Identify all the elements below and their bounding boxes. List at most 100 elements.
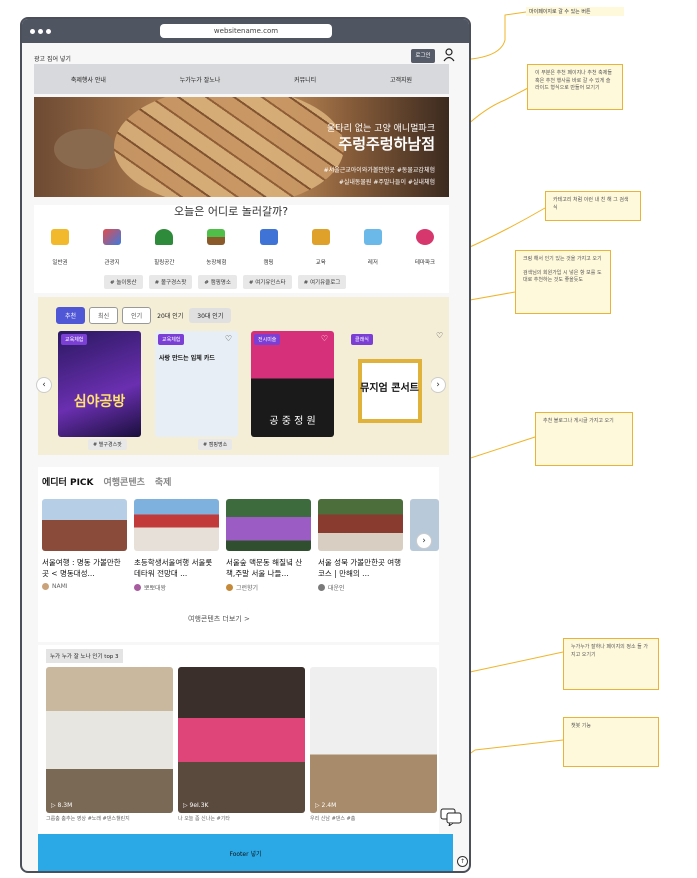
nav-item-community[interactable]: 커뮤니티 bbox=[294, 75, 316, 84]
nav-item-support[interactable]: 고객지원 bbox=[390, 75, 412, 84]
note-hero-slide: 이 부분은 추천 페이지나 추천 축제들 혹은 추천 행사를 바로 갈 수 있게… bbox=[527, 64, 623, 110]
top-header: 광고 집어 넣기 로그인 bbox=[22, 45, 469, 65]
editor-card-title: 서울숲 맥문동 해질녘 산책,주말 서울 나들... bbox=[226, 558, 303, 578]
hashtag-chip[interactable]: # 볼구경스팟 bbox=[148, 275, 193, 289]
card-title: 사랑 만드는 입체 카드 bbox=[159, 355, 215, 362]
window-dot[interactable] bbox=[30, 28, 35, 34]
recommend-card[interactable]: 교육체험 ♡ 사랑 만드는 입체 카드 bbox=[155, 331, 238, 437]
heart-icon[interactable]: ♡ bbox=[436, 331, 443, 340]
video-thumbnail[interactable]: ▷ 9eI.3K bbox=[178, 667, 305, 813]
tortoise-shell-image bbox=[114, 97, 344, 197]
editor-card[interactable]: 서울 성북 가볼만한곳 여행코스 | 만해의 ... 대운인 bbox=[318, 499, 403, 592]
top3-label: 누가 누가 잘 노나 인기 top 3 bbox=[46, 649, 123, 663]
editor-card[interactable]: 초등학생서울여행 서울롯데타워 전망대 ... 뽀뽀대왕 bbox=[134, 499, 219, 592]
ticket-icon bbox=[51, 229, 69, 245]
top3-section: 누가 누가 잘 노나 인기 top 3 ▷ 8.3M ▷ 9eI.3K ▷ 2.… bbox=[38, 645, 439, 835]
hashtag-chip[interactable]: # 놀이동산 bbox=[104, 275, 143, 289]
card-hashtag[interactable]: # 별구경스팟 bbox=[88, 439, 127, 450]
category-healing[interactable]: 힐링공간 bbox=[144, 229, 184, 268]
card-title: 심야공방 bbox=[73, 394, 126, 410]
camper-icon bbox=[259, 229, 278, 245]
recommend-card[interactable]: 교육체험 심야공방 bbox=[58, 331, 141, 437]
video-caption: 나 오늘 좀 신나는 #기타 bbox=[178, 816, 230, 822]
note-recommend: 크링 해서 인기 있는 것을 가지고 오기 검색님의 회원가입 시 넣은 항 보… bbox=[515, 250, 611, 314]
view-count: ▷ 8.3M bbox=[51, 802, 73, 809]
tab-latest[interactable]: 최신 bbox=[89, 307, 119, 324]
footer-label: Footer 넣기 bbox=[229, 850, 262, 858]
video-thumbnail[interactable]: ▷ 2.4M bbox=[310, 667, 437, 813]
category-question: 오늘은 어디로 놀러갈까? bbox=[174, 205, 289, 218]
category-farm[interactable]: 농장체험 bbox=[196, 229, 236, 268]
category-label: 일반권 bbox=[52, 260, 68, 266]
note-mypage: 마이페이지로 갈 수 있는 버튼 bbox=[526, 7, 624, 16]
editor-card-user: 대운인 bbox=[318, 583, 403, 592]
hashtag-chip[interactable]: # 여기유클로그 bbox=[297, 275, 347, 289]
category-badge: 교육체험 bbox=[61, 334, 88, 345]
recommend-card[interactable]: 클래식 뮤지엄 콘서트 bbox=[348, 331, 431, 437]
category-camping[interactable]: 캠핑 bbox=[249, 229, 289, 268]
chatbot-icon[interactable] bbox=[440, 808, 462, 826]
category-education[interactable]: 교육 bbox=[301, 229, 341, 268]
nav-item-festival[interactable]: 축제행사 안내 bbox=[71, 75, 106, 84]
editor-card[interactable]: 서울여행 : 명동 가볼만한 곳 < 명동대성... NAMI bbox=[42, 499, 127, 590]
category-label: 힐링공간 bbox=[154, 260, 175, 266]
category-theme-park[interactable]: 테마파크 bbox=[405, 229, 445, 268]
ad-placeholder: 광고 집어 넣기 bbox=[34, 56, 71, 63]
prev-arrow-button[interactable]: ‹ bbox=[36, 377, 52, 393]
category-tourist[interactable]: 관광지 bbox=[92, 229, 132, 268]
scroll-top-icon[interactable]: ↑ bbox=[457, 856, 468, 867]
cable-car-icon bbox=[363, 229, 382, 245]
note-recommend-line1: 크링 해서 인기 있는 것을 가지고 오기 bbox=[523, 256, 602, 262]
tab-editor-pick[interactable]: 에디터 PICK bbox=[42, 475, 94, 488]
hero-banner[interactable]: 울타리 없는 고양 애니멀파크 주렁주렁하남점 #서울근교아이와가볼만한곳 #동… bbox=[34, 97, 449, 197]
tab-recommend[interactable]: 추천 bbox=[56, 307, 86, 324]
window-dot[interactable] bbox=[46, 28, 51, 34]
url-bar[interactable]: websitename.com bbox=[160, 24, 332, 38]
tab-festival[interactable]: 축제 bbox=[155, 475, 172, 488]
category-label: 교육 bbox=[315, 260, 326, 266]
card-hashtag[interactable]: # 캠핑명소 bbox=[198, 439, 233, 450]
editor-card-user: 뽀뽀대왕 bbox=[134, 583, 219, 592]
tab-20s-popular[interactable]: 20대 인기 bbox=[155, 308, 185, 323]
nav-item-who-plays[interactable]: 누가누가 잘노나 bbox=[180, 75, 221, 84]
category-label: 테마파크 bbox=[414, 260, 436, 266]
editor-card[interactable]: 서울숲 맥문동 해질녘 산책,주말 서울 나들... 그런향기 bbox=[226, 499, 311, 592]
editor-card-title: 서울여행 : 명동 가볼만한 곳 < 명동대성... bbox=[42, 558, 121, 578]
editor-card-user: 그런향기 bbox=[226, 583, 311, 592]
category-label: 농장체험 bbox=[206, 260, 227, 266]
category-label: 레저 bbox=[367, 260, 378, 266]
heart-icon[interactable]: ♡ bbox=[225, 334, 232, 343]
heart-icon[interactable]: ♡ bbox=[321, 334, 328, 343]
main-nav: 축제행사 안내 누가누가 잘노나 커뮤니티 고객지원 bbox=[34, 64, 449, 94]
ferris-wheel-icon bbox=[415, 229, 434, 245]
category-leisure[interactable]: 레저 bbox=[353, 229, 393, 268]
window-dot[interactable] bbox=[38, 28, 43, 34]
video-thumbnail[interactable]: ▷ 8.3M bbox=[46, 667, 173, 813]
recommend-card[interactable]: 전시미술 ♡ 공 중 정 원 bbox=[251, 331, 334, 437]
avatar bbox=[318, 584, 325, 591]
next-arrow-button[interactable]: › bbox=[430, 377, 446, 393]
avatar bbox=[42, 583, 49, 590]
tab-30s-popular[interactable]: 30대 인기 bbox=[189, 308, 232, 323]
video-caption: 그룹춤 춤추는 영상 #노래 #댄스챌린지 bbox=[46, 816, 130, 822]
note-blog: 추천 블로그나 게시글 가지고 오기 bbox=[535, 412, 633, 466]
hashtag-chip[interactable]: # 캠핑명소 bbox=[198, 275, 237, 289]
editor-card-username: 그런향기 bbox=[236, 585, 259, 592]
editor-next-button[interactable]: › bbox=[416, 533, 432, 549]
hanok-image bbox=[318, 499, 403, 551]
category-ticket[interactable]: 일반권 bbox=[40, 229, 80, 268]
user-icon[interactable] bbox=[443, 48, 455, 62]
note-top3: 누가누가 잘하나 페이지의 정소 들 가지고 오기기 bbox=[563, 638, 659, 690]
video-caption: 우리 신남 #댄스 #춤 bbox=[310, 816, 356, 822]
more-travel-content-link[interactable]: 여행콘텐츠 더보기 > bbox=[188, 614, 250, 624]
hero-tags: #실내동물원 #주말나들이 #실내체험 bbox=[338, 179, 435, 186]
login-button[interactable]: 로그인 bbox=[411, 49, 435, 63]
hero-title: 주렁주렁하남점 bbox=[338, 135, 435, 153]
hashtag-chip[interactable]: # 여기유인스타 bbox=[242, 275, 292, 289]
avatar bbox=[134, 584, 141, 591]
seoul-sky-image bbox=[134, 499, 219, 551]
footer: Footer 넣기 bbox=[38, 834, 453, 871]
tab-travel-content[interactable]: 여행콘텐츠 bbox=[104, 475, 145, 488]
tab-popular[interactable]: 인기 bbox=[122, 307, 152, 324]
browser-bar: websitename.com bbox=[22, 19, 469, 43]
